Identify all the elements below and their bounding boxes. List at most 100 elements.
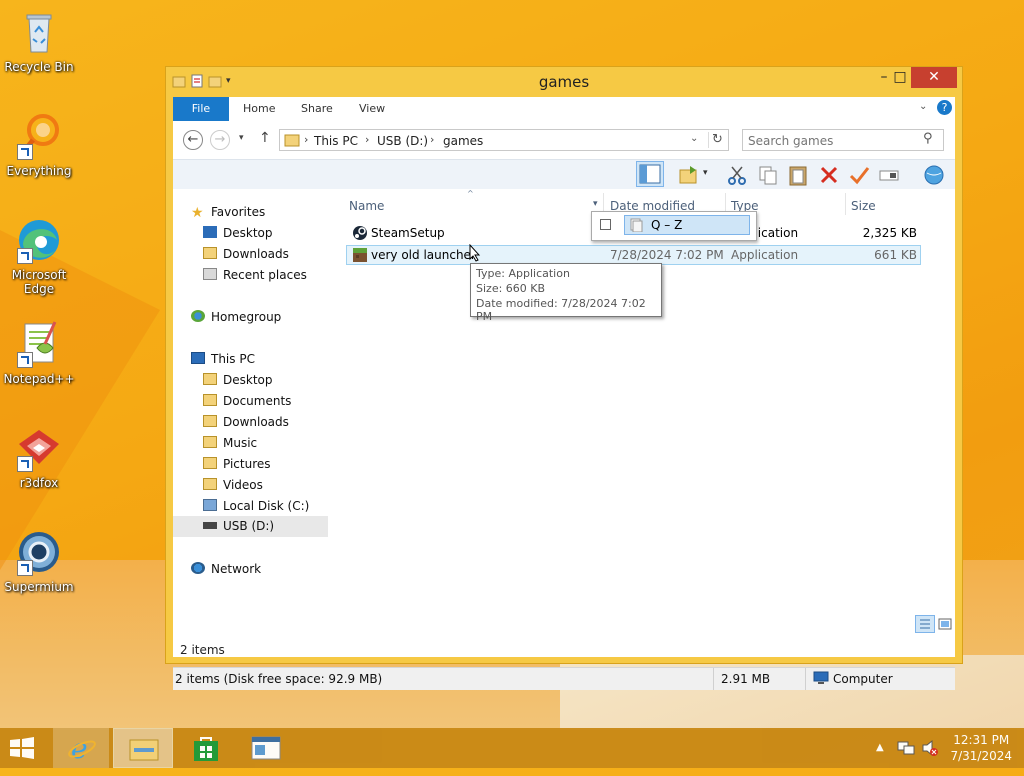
address-dropdown-icon[interactable]: ⌄ bbox=[690, 133, 698, 144]
desktop-icon-notepad-plus-plus[interactable]: Notepad++ bbox=[1, 320, 77, 386]
nav-music[interactable]: Music bbox=[203, 436, 257, 450]
taskbar-internet-explorer[interactable]: e bbox=[53, 728, 109, 768]
desktop-icon-microsoft-edge[interactable]: Microsoft Edge bbox=[1, 216, 77, 296]
nav-recent-places[interactable]: Recent places bbox=[203, 268, 307, 282]
nav-favorites-downloads[interactable]: Downloads bbox=[203, 247, 289, 261]
folder-icon bbox=[203, 415, 217, 427]
search-input[interactable] bbox=[746, 132, 920, 149]
column-filter-dropdown-icon[interactable]: ▾ bbox=[593, 199, 598, 209]
forward-button[interactable]: → bbox=[210, 130, 230, 150]
nav-this-pc-downloads[interactable]: Downloads bbox=[203, 415, 289, 429]
breadcrumb-separator-icon: › bbox=[365, 133, 370, 146]
taskbar: e ▲ 12:31 PM 7/31/2024 bbox=[0, 728, 1024, 768]
recent-locations-icon[interactable]: ▾ bbox=[239, 133, 244, 143]
network-icon bbox=[191, 562, 205, 574]
filter-checkbox[interactable] bbox=[600, 219, 611, 230]
column-filter-popup[interactable]: Q – Z bbox=[591, 211, 757, 241]
column-header-name[interactable]: Name bbox=[349, 199, 384, 213]
file-stack-icon bbox=[629, 218, 643, 235]
nav-documents[interactable]: Documents bbox=[203, 394, 291, 408]
taskbar-store[interactable] bbox=[190, 728, 224, 768]
window-titlebar[interactable]: ▾ games – □ ✕ bbox=[166, 67, 962, 97]
system-clock[interactable]: 12:31 PM 7/31/2024 bbox=[950, 732, 1012, 764]
ribbon-expand-icon[interactable]: ⌄ bbox=[919, 101, 927, 112]
rename-icon[interactable] bbox=[878, 164, 900, 186]
desktop-icon-label: Microsoft Edge bbox=[11, 268, 67, 296]
shortcut-arrow-icon bbox=[17, 144, 33, 160]
shortcut-arrow-icon bbox=[17, 352, 33, 368]
desktop-icon-supermium[interactable]: Supermium bbox=[1, 528, 77, 594]
details-view-icon[interactable] bbox=[915, 615, 935, 633]
computer-icon bbox=[813, 671, 829, 688]
network-globe-icon[interactable] bbox=[923, 164, 945, 186]
large-icons-view-icon[interactable] bbox=[937, 616, 953, 635]
nav-label: Homegroup bbox=[211, 310, 282, 324]
mouse-cursor-icon bbox=[469, 243, 481, 265]
tab-view[interactable]: View bbox=[359, 102, 385, 115]
up-button[interactable]: ↑ bbox=[259, 130, 271, 146]
status-bar: 2 items (Disk free space: 92.9 MB) 2.91 … bbox=[173, 667, 955, 690]
chevron-down-icon[interactable]: ▾ bbox=[703, 168, 708, 178]
copy-icon[interactable] bbox=[757, 164, 779, 186]
breadcrumb-usb-d[interactable]: USB (D:) bbox=[377, 134, 428, 148]
search-icon[interactable]: ⚲ bbox=[923, 131, 933, 146]
delete-icon[interactable] bbox=[818, 164, 840, 186]
volume-muted-icon[interactable] bbox=[921, 739, 939, 760]
cut-icon[interactable] bbox=[726, 164, 748, 186]
desktop-icon-recycle-bin[interactable]: Recycle Bin bbox=[1, 8, 77, 74]
start-button[interactable] bbox=[8, 736, 36, 776]
tab-file[interactable]: File bbox=[173, 97, 229, 121]
nav-local-disk-c[interactable]: Local Disk (C:) bbox=[203, 499, 309, 513]
breadcrumb-games[interactable]: games bbox=[443, 134, 483, 148]
taskbar-file-explorer[interactable] bbox=[113, 728, 173, 768]
nav-label: Desktop bbox=[223, 373, 273, 387]
filter-option-q-z[interactable]: Q – Z bbox=[624, 215, 750, 235]
desktop-icon-r3dfox[interactable]: r3dfox bbox=[1, 424, 77, 490]
nav-this-pc[interactable]: This PC bbox=[191, 352, 255, 366]
move-to-folder-icon[interactable] bbox=[678, 164, 700, 186]
app-window-icon bbox=[251, 736, 281, 763]
nav-favorites[interactable]: ★ Favorites bbox=[191, 205, 265, 221]
nav-pictures[interactable]: Pictures bbox=[203, 457, 271, 471]
network-status-icon[interactable] bbox=[897, 739, 915, 760]
nav-label: Local Disk (C:) bbox=[223, 499, 310, 513]
search-box[interactable]: ⚲ bbox=[742, 129, 944, 151]
column-separator[interactable] bbox=[845, 193, 846, 215]
shortcut-arrow-icon bbox=[17, 248, 33, 264]
notepad-plus-plus-icon bbox=[15, 320, 63, 368]
explorer-window[interactable]: ▾ games – □ ✕ File Home Share View ⌄ ? ←… bbox=[165, 66, 963, 690]
command-toolbar: ▾ bbox=[173, 159, 955, 191]
nav-this-pc-desktop[interactable]: Desktop bbox=[203, 373, 273, 387]
show-hidden-icons-icon[interactable]: ▲ bbox=[876, 742, 884, 753]
help-icon[interactable]: ? bbox=[937, 100, 952, 115]
file-row-hovered[interactable]: very old launcher 7/28/2024 7:02 PM Appl… bbox=[346, 245, 921, 265]
nav-network[interactable]: Network bbox=[191, 562, 261, 576]
clock-time: 12:31 PM bbox=[953, 733, 1010, 747]
back-button[interactable]: ← bbox=[183, 130, 203, 150]
star-icon: ★ bbox=[191, 205, 204, 221]
column-header-size[interactable]: Size bbox=[851, 199, 876, 213]
tab-share[interactable]: Share bbox=[301, 102, 333, 115]
nav-videos[interactable]: Videos bbox=[203, 478, 263, 492]
nav-label: Pictures bbox=[223, 457, 271, 471]
taskbar-app[interactable] bbox=[248, 728, 284, 768]
desktop-icon-label: Recycle Bin bbox=[4, 60, 74, 74]
tab-home[interactable]: Home bbox=[243, 102, 275, 115]
internet-explorer-icon: e bbox=[67, 732, 97, 767]
desktop-icon-everything[interactable]: Everything bbox=[1, 112, 77, 178]
address-bar[interactable]: › This PC › USB (D:) › games ⌄ ↻ bbox=[279, 129, 729, 151]
breadcrumb-this-pc[interactable]: This PC bbox=[314, 134, 358, 148]
desktop-icon-label: Everything bbox=[6, 164, 72, 178]
properties-check-icon[interactable] bbox=[848, 164, 870, 186]
filter-option-label: Q – Z bbox=[651, 218, 683, 232]
nav-usb-d[interactable]: USB (D:) bbox=[173, 516, 328, 537]
clock-date: 7/31/2024 bbox=[950, 749, 1012, 763]
divider bbox=[713, 668, 714, 690]
paste-icon[interactable] bbox=[787, 164, 809, 186]
refresh-icon[interactable]: ↻ bbox=[712, 132, 723, 147]
minecraft-launcher-icon bbox=[352, 247, 368, 266]
preview-pane-icon[interactable] bbox=[636, 161, 664, 187]
close-button[interactable]: ✕ bbox=[911, 67, 957, 88]
nav-homegroup[interactable]: Homegroup bbox=[191, 310, 281, 324]
nav-favorites-desktop[interactable]: Desktop bbox=[203, 226, 273, 240]
